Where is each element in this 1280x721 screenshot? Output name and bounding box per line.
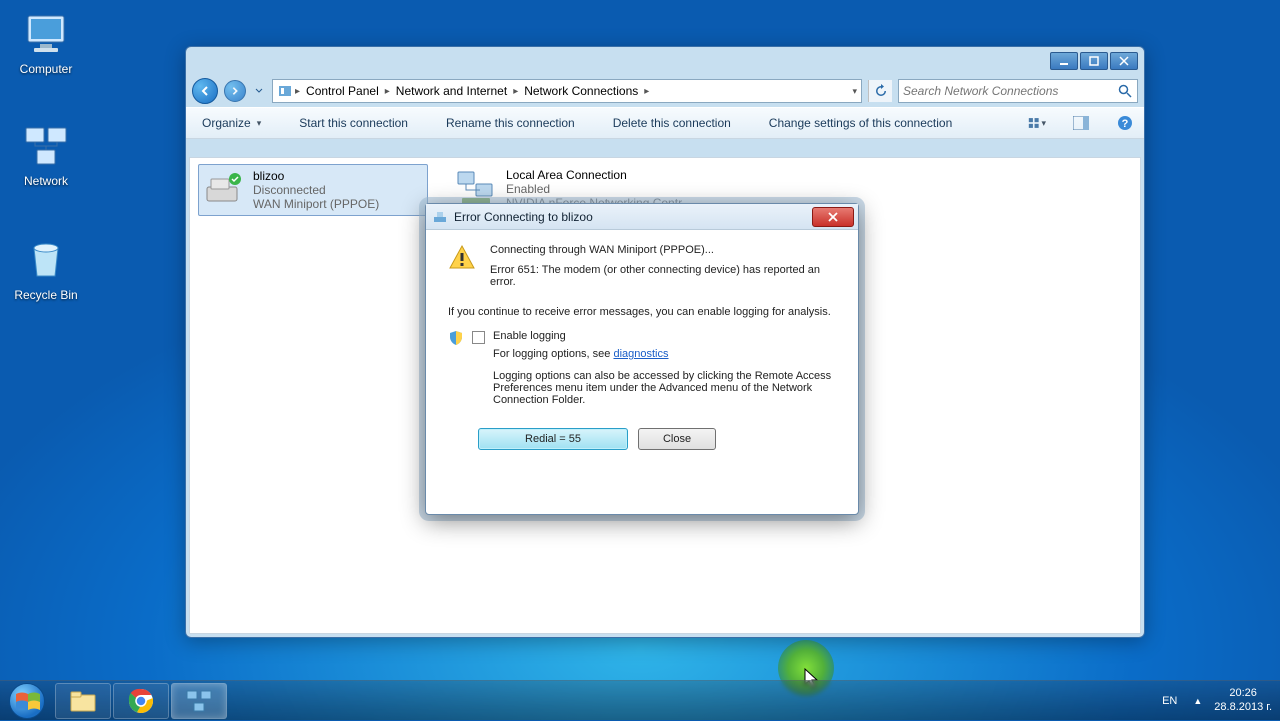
dialog-close-button[interactable] xyxy=(812,207,854,227)
organize-menu[interactable]: Organize xyxy=(196,113,267,133)
window-close-button[interactable] xyxy=(1110,52,1138,70)
breadcrumb-sep: ▸ xyxy=(642,86,651,97)
recyclebin-icon xyxy=(22,236,70,284)
enable-logging-label: Enable logging xyxy=(493,330,836,342)
desktop-icon-recyclebin[interactable]: Recycle Bin xyxy=(6,236,86,302)
connection-status: Disconnected xyxy=(253,183,379,197)
connection-name: Local Area Connection xyxy=(506,168,691,182)
search-input[interactable] xyxy=(903,84,1117,98)
breadcrumb-item[interactable]: Network Connections xyxy=(520,84,642,98)
delete-connection-button[interactable]: Delete this connection xyxy=(607,113,737,133)
address-bar[interactable]: ▸ Control Panel ▸ Network and Internet ▸… xyxy=(272,79,862,103)
desktop-icon-network[interactable]: Network xyxy=(6,122,86,188)
connection-status: Enabled xyxy=(506,182,691,196)
preview-pane-button[interactable] xyxy=(1072,114,1090,132)
search-box[interactable] xyxy=(898,79,1138,103)
desktop-icon-label: Recycle Bin xyxy=(6,288,86,302)
nav-history-dropdown[interactable] xyxy=(252,80,266,102)
folder-icon xyxy=(277,83,293,99)
toolbar: Organize Start this connection Rename th… xyxy=(186,107,1144,139)
warning-icon xyxy=(448,244,476,272)
refresh-button[interactable] xyxy=(868,80,892,102)
enable-logging-checkbox[interactable] xyxy=(472,331,485,344)
help-button[interactable]: ? xyxy=(1116,114,1134,132)
close-button[interactable]: Close xyxy=(638,428,716,450)
clock[interactable]: 20:26 28.8.2013 г. xyxy=(1214,687,1272,713)
system-tray: EN ▲ 20:26 28.8.2013 г. xyxy=(1158,687,1272,713)
dialog-connecting-text: Connecting through WAN Miniport (PPPOE).… xyxy=(490,244,836,256)
redial-button[interactable]: Redial = 55 xyxy=(478,428,628,450)
dialog-app-icon xyxy=(432,209,448,225)
dialog-hint-text: If you continue to receive error message… xyxy=(448,306,836,318)
svg-text:?: ? xyxy=(1122,118,1129,130)
logging-note: Logging options can also be accessed by … xyxy=(493,370,836,406)
addr-dropdown-icon[interactable]: ▾ xyxy=(852,86,857,97)
connection-device: WAN Miniport (PPPOE) xyxy=(253,197,379,211)
breadcrumb-sep: ▸ xyxy=(383,86,392,97)
error-dialog: Error Connecting to blizoo Connecting th… xyxy=(425,203,859,515)
start-connection-button[interactable]: Start this connection xyxy=(293,113,414,133)
breadcrumb-item[interactable]: Control Panel xyxy=(302,84,383,98)
clock-date: 28.8.2013 г. xyxy=(1214,701,1272,714)
modem-icon xyxy=(203,169,245,211)
minimize-button[interactable] xyxy=(1050,52,1078,70)
dialog-body: Connecting through WAN Miniport (PPPOE).… xyxy=(426,230,858,460)
network-icon xyxy=(22,122,70,170)
maximize-button[interactable] xyxy=(1080,52,1108,70)
nav-forward-button[interactable] xyxy=(224,80,246,102)
taskbar-chrome[interactable] xyxy=(113,683,169,719)
computer-icon xyxy=(22,10,70,58)
start-button[interactable] xyxy=(0,681,54,721)
breadcrumb-item[interactable]: Network and Internet xyxy=(392,84,511,98)
taskbar: EN ▲ 20:26 28.8.2013 г. xyxy=(0,680,1280,720)
address-row: ▸ Control Panel ▸ Network and Internet ▸… xyxy=(186,75,1144,107)
window-titlebar[interactable] xyxy=(186,47,1144,75)
tray-overflow-icon[interactable]: ▲ xyxy=(1193,696,1202,706)
dialog-titlebar[interactable]: Error Connecting to blizoo xyxy=(426,204,858,230)
dialog-title: Error Connecting to blizoo xyxy=(454,210,593,224)
breadcrumb-sep: ▸ xyxy=(293,86,302,97)
rename-connection-button[interactable]: Rename this connection xyxy=(440,113,581,133)
search-icon[interactable] xyxy=(1117,83,1133,99)
dialog-error-text: Error 651: The modem (or other connectin… xyxy=(490,264,836,288)
clock-time: 20:26 xyxy=(1214,687,1272,700)
desktop-icon-computer[interactable]: Computer xyxy=(6,10,86,76)
windows-logo-icon xyxy=(10,684,45,719)
shield-icon xyxy=(448,330,464,346)
change-settings-button[interactable]: Change settings of this connection xyxy=(763,113,958,133)
view-options-button[interactable] xyxy=(1028,114,1046,132)
desktop-icon-label: Network xyxy=(6,174,86,188)
diagnostics-link[interactable]: diagnostics xyxy=(613,348,668,360)
breadcrumb-sep: ▸ xyxy=(511,86,520,97)
taskbar-explorer[interactable] xyxy=(55,683,111,719)
connection-item-blizoo[interactable]: blizoo Disconnected WAN Miniport (PPPOE) xyxy=(198,164,428,216)
connection-name: blizoo xyxy=(253,169,379,183)
taskbar-network-connections[interactable] xyxy=(171,683,227,719)
desktop-icon-label: Computer xyxy=(6,62,86,76)
nav-back-button[interactable] xyxy=(192,78,218,104)
language-indicator[interactable]: EN xyxy=(1158,693,1181,709)
